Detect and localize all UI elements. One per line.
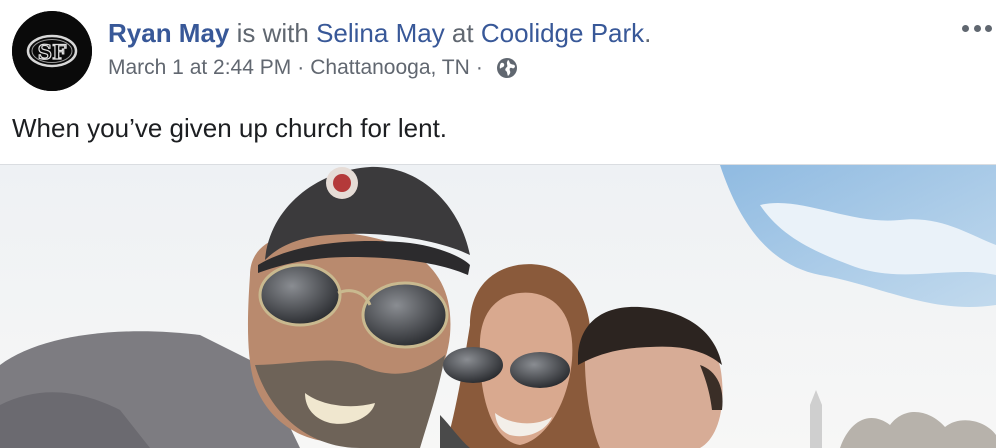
post-city[interactable]: Chattanooga, TN (310, 54, 470, 82)
post-timestamp-link[interactable]: March 1 at 2:44 PM (108, 54, 291, 82)
post-title-line: Ryan May is with Selina May at Coolidge … (108, 16, 936, 50)
author-name-link[interactable]: Ryan May (108, 18, 229, 48)
globe-icon[interactable] (495, 56, 519, 80)
more-dot-1 (962, 24, 969, 32)
tagged-person-link[interactable]: Selina May (316, 18, 445, 48)
post-meta-line: March 1 at 2:44 PM · Chattanooga, TN · (108, 54, 936, 82)
at-text: at (444, 18, 481, 48)
with-text: is with (229, 18, 317, 48)
post-header: Ryan May is with Selina May at Coolidge … (108, 16, 936, 82)
more-dot-3 (985, 24, 992, 32)
more-options-icon[interactable] (956, 18, 996, 38)
title-period: . (644, 18, 652, 48)
facebook-post: SF Ryan May is with Selina May at Coolid… (0, 0, 996, 448)
more-dot-2 (973, 24, 981, 32)
meta-separator-2: · (475, 56, 483, 79)
post-body-text: When you’ve given up church for lent. (12, 113, 448, 143)
post-photo[interactable] (0, 165, 996, 448)
avatar-monogram: SF (38, 40, 67, 64)
sf-logo-icon: SF (12, 11, 92, 91)
selfie-photo-image (0, 165, 996, 448)
author-avatar[interactable]: SF (12, 11, 92, 91)
meta-separator: · (297, 56, 305, 79)
location-link[interactable]: Coolidge Park (481, 18, 644, 48)
